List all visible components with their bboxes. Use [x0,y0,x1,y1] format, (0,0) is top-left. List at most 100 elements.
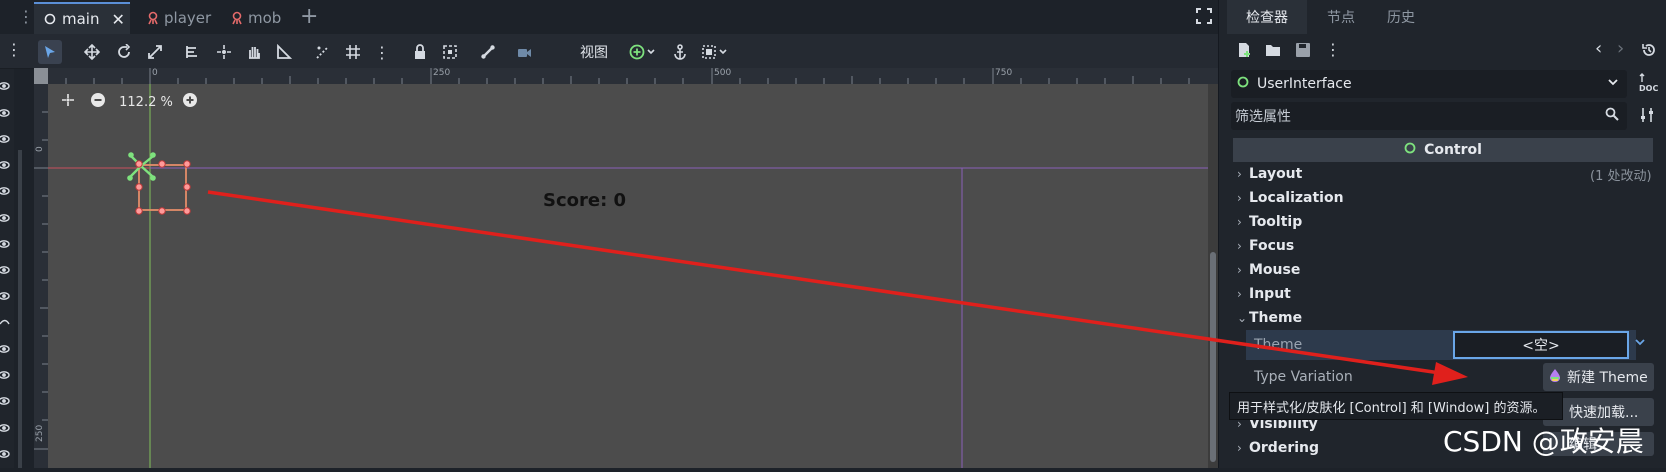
ruler-tick-label: 0 [152,68,158,78]
section-label: Layout [1249,166,1303,182]
grid-snap-button[interactable] [341,40,365,64]
scale-mode-button[interactable] [143,40,167,64]
ruler-tick-label: 500 [714,68,732,78]
zoom-in-icon[interactable] [182,92,198,112]
theme-icon [1549,368,1561,386]
ruler-icon [277,44,292,59]
viewport-vertical-scrollbar[interactable] [1208,84,1218,468]
section-theme[interactable]: ⌄ Theme [1237,307,1302,329]
list-select-button[interactable] [180,40,204,64]
section-label: Localization [1249,190,1344,206]
filter-properties-input[interactable]: 筛选属性 [1231,102,1627,130]
new-resource-icon[interactable] [1236,42,1252,62]
list-select-icon [186,46,197,58]
scene-tab-bar: ⋮ main ✕ player mob + [0,0,1218,34]
zoom-level[interactable]: 112.2 % [116,95,176,110]
more-icon[interactable]: ⋮ [6,40,22,59]
watermark: CSDN @政安晨 [1443,425,1644,458]
canvas-viewport[interactable]: 112.2 % Score: 0 [48,84,1218,468]
quick-load-label: 快速加载... [1569,405,1639,421]
tab-history[interactable]: 历史 [1373,0,1429,34]
tab-inspector[interactable]: 检查器 [1227,0,1307,34]
history-forward-icon[interactable]: › [1617,38,1624,59]
ruler-tick-label: 250 [433,68,451,78]
object-history-icon[interactable] [1641,42,1657,62]
node-icon [146,11,160,25]
selected-control-gizmo[interactable] [126,144,206,224]
layout-changes-count: (1 处改动) [1590,169,1652,184]
section-input[interactable]: › Input [1237,283,1291,305]
zoom-center-icon[interactable] [60,92,76,112]
more-icon[interactable]: ⋮ [1325,40,1341,59]
zoom-controls: 112.2 % [60,92,198,112]
tooltip-text: 用于样式化/皮肤化 [Control] 和 [Window] 的资源。 [1237,400,1546,416]
rotate-mode-button[interactable] [112,40,136,64]
select-mode-button[interactable] [38,40,62,64]
lock-icon [415,44,425,59]
more-icon: ⋮ [374,42,390,62]
tab-mob[interactable]: mob [230,4,292,32]
rotate-icon [118,44,131,58]
section-label: Input [1249,286,1291,302]
node-icon [230,11,244,25]
section-mouse[interactable]: › Mouse [1237,259,1300,281]
fullscreen-icon[interactable] [1196,8,1212,28]
filter-placeholder: 筛选属性 [1235,109,1291,125]
pivot-icon [217,45,231,59]
smart-snap-button[interactable] [310,40,334,64]
add-tab-icon[interactable]: + [300,4,318,29]
view-menu-button[interactable]: 视图 [580,42,608,62]
tab-main[interactable]: main ✕ [34,2,130,34]
close-icon[interactable]: ✕ [111,10,124,29]
pan-mode-button[interactable] [242,40,266,64]
chevron-down-icon[interactable] [1634,336,1646,351]
add-node-button[interactable] [626,40,662,64]
score-label[interactable]: Score: 0 [543,190,626,211]
save-icon[interactable] [1295,42,1311,62]
move-mode-button[interactable] [80,40,104,64]
control-node-icon [1404,142,1416,158]
theme-resource-picker[interactable]: <空> [1453,331,1629,359]
bones-button[interactable] [476,40,500,64]
chevron-right-icon: › [1237,215,1242,229]
zoom-out-icon[interactable] [90,92,106,112]
new-theme-menu-item[interactable]: 新建 Theme [1543,363,1654,391]
node-selector[interactable]: UserInterface [1231,70,1627,98]
section-layout[interactable]: › Layout [1237,163,1302,185]
tab-player[interactable]: player [146,4,216,32]
node-name: UserInterface [1257,76,1352,92]
viewport-guides [48,84,1218,468]
history-back-icon[interactable]: ‹ [1595,38,1602,59]
tab-node[interactable]: 节点 [1313,0,1369,34]
layout-icon [702,45,727,59]
pivot-mode-button[interactable] [212,40,236,64]
chevron-down-icon [1607,76,1619,92]
new-theme-label: 新建 Theme [1567,370,1648,386]
snap-options-button[interactable]: ⋮ [370,40,394,64]
ruler-mode-button[interactable] [272,40,296,64]
layout-presets-button[interactable] [698,40,734,64]
scene-tree-scrollbar[interactable] [18,150,22,468]
ruler-corner [34,68,48,84]
anchor-button[interactable] [668,40,692,64]
camera-override-button[interactable] [512,40,536,64]
group-button[interactable] [438,40,462,64]
property-tools-icon[interactable] [1639,107,1655,127]
section-focus[interactable]: › Focus [1237,235,1294,257]
group-icon [443,45,457,59]
scrollbar-thumb[interactable] [1210,252,1216,462]
chevron-right-icon: › [1237,263,1242,277]
tab-label: mob [248,9,282,27]
chevron-down-icon: ⌄ [1237,311,1248,325]
canvas-toolbar: ⋮ ⋮ 视图 [0,34,1218,102]
lock-button[interactable] [408,40,432,64]
eye-icons [0,82,10,458]
section-ordering[interactable]: › Ordering [1237,437,1319,459]
add-circle-icon [629,44,655,60]
section-localization[interactable]: › Localization [1237,187,1344,209]
pointer-icon [45,46,55,58]
section-tooltip[interactable]: › Tooltip [1237,211,1302,233]
drag-handle-icon[interactable]: ⋮ [18,7,34,26]
docs-icon[interactable]: DOC [1638,72,1658,97]
open-folder-icon[interactable] [1265,42,1281,62]
